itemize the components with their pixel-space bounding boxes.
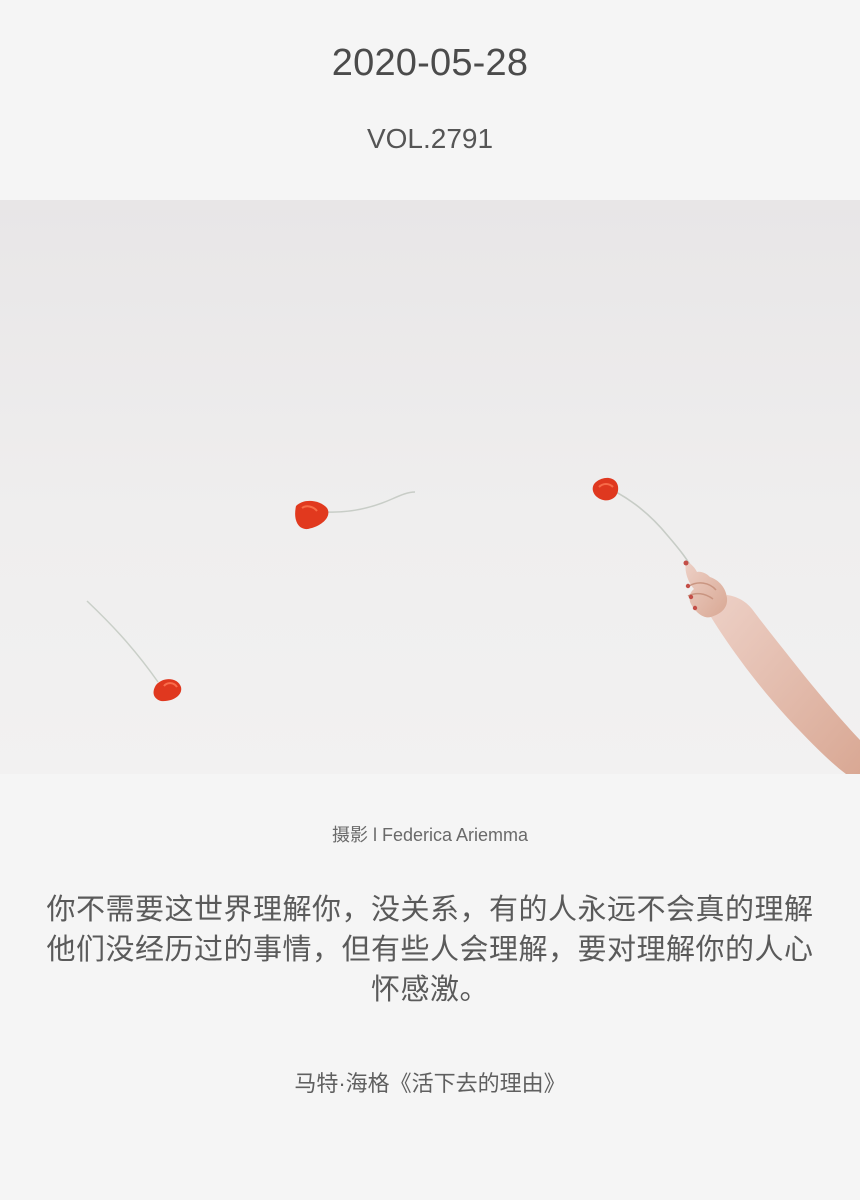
photo-image <box>0 200 860 774</box>
header: 2020-05-28 VOL.2791 <box>0 0 860 200</box>
quote-source: 马特·海格《活下去的理由》 <box>294 1071 566 1096</box>
poppy-sky-photo <box>0 200 860 774</box>
volume-text: VOL.2791 <box>366 123 494 154</box>
photo-credit: 摄影 l Federica Ariemma <box>331 825 529 845</box>
quote-text: 你不需要这世界理解你，没关系，有的人永远不会真的理解他们没经历过的事情，但有些人… <box>46 894 814 1006</box>
date-text: 2020-05-28 <box>331 42 529 84</box>
